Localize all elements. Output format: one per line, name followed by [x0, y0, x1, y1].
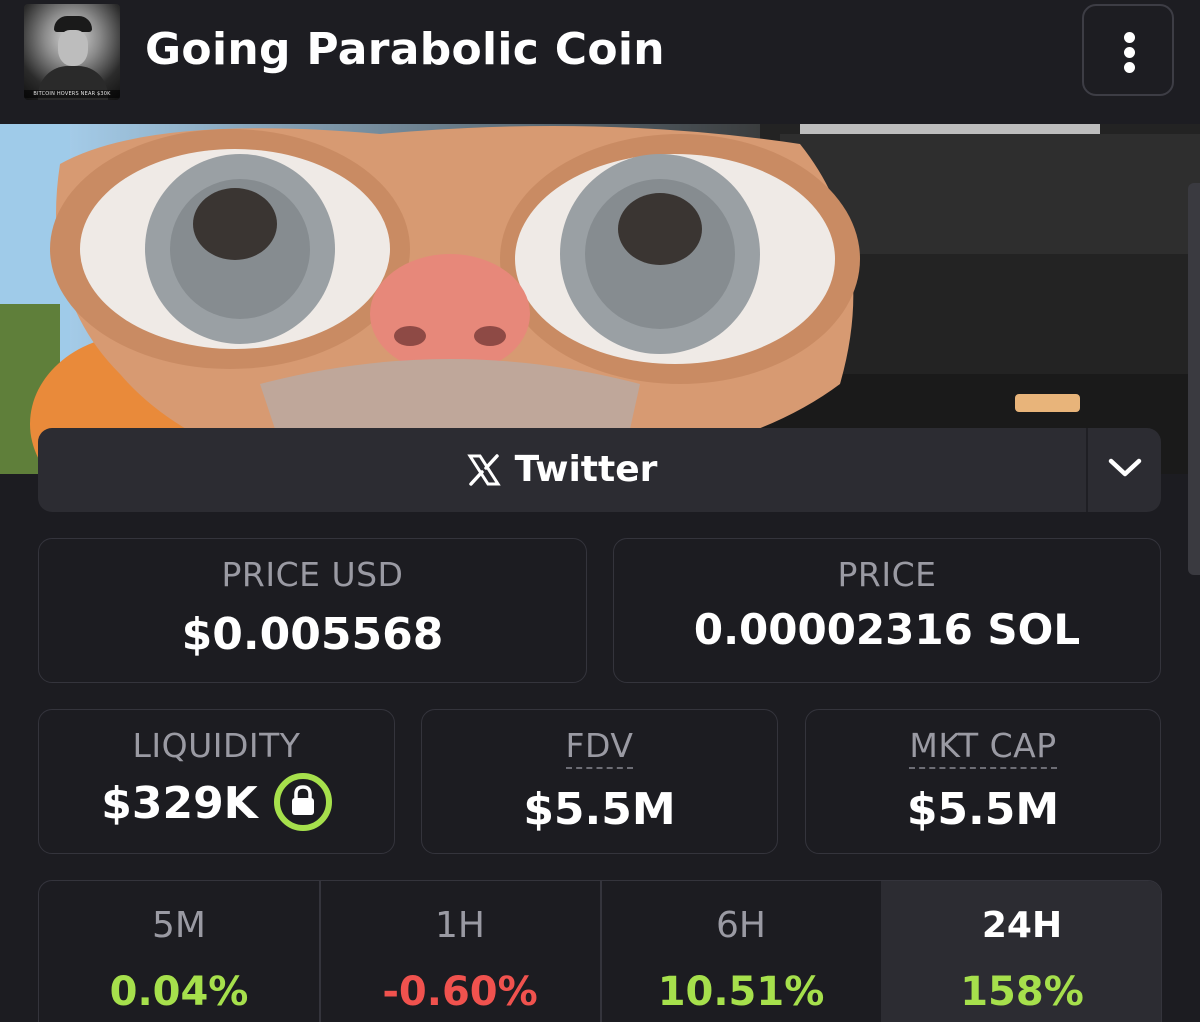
token-avatar[interactable]: BITCOIN HOVERS NEAR $30K: [24, 4, 120, 100]
banner-illustration: [0, 124, 1200, 474]
price-change-tabs: 5M 0.04% 1H -0.60% 6H 10.51% 24H 158%: [38, 880, 1162, 1022]
tab-5m[interactable]: 5M 0.04%: [39, 881, 319, 1022]
tab-5m-label: 5M: [152, 905, 206, 946]
token-header: BITCOIN HOVERS NEAR $30K Going Parabolic…: [0, 0, 1200, 124]
market-cap-value: $5.5M: [906, 784, 1060, 835]
liquidity-value: $329K: [101, 778, 258, 829]
tab-5m-change: 0.04%: [109, 969, 249, 1015]
tab-6h[interactable]: 6H 10.51%: [601, 881, 881, 1022]
avatar-caption: BITCOIN HOVERS NEAR $30K: [24, 90, 120, 98]
token-banner-image: [0, 124, 1200, 474]
tab-6h-change: 10.51%: [657, 969, 825, 1015]
price-native-value: 0.00002316 SOL: [693, 605, 1081, 654]
lock-icon[interactable]: [273, 773, 332, 831]
avatar-face: [58, 30, 88, 66]
fdv-label-row: FDV: [422, 726, 777, 769]
price-native-card: PRICE 0.00002316 SOL: [613, 538, 1161, 683]
liquidity-value-row: $329K: [39, 773, 394, 831]
twitter-link-button[interactable]: Twitter: [38, 428, 1086, 512]
tab-24h[interactable]: 24H 158%: [881, 881, 1161, 1022]
page-scrollbar[interactable]: [1188, 183, 1200, 575]
more-options-button[interactable]: [1082, 4, 1174, 96]
price-usd-value: $0.005568: [181, 609, 444, 660]
market-cap-label: MKT CAP: [909, 726, 1057, 769]
fdv-card[interactable]: FDV $5.5M: [421, 709, 778, 854]
price-native-label: PRICE: [837, 555, 937, 594]
chevron-down-icon: [1108, 458, 1142, 482]
fdv-value: $5.5M: [523, 784, 676, 835]
social-dropdown-button[interactable]: [1088, 428, 1161, 512]
market-cap-label-row: MKT CAP: [806, 726, 1160, 769]
twitter-label: Twitter: [514, 449, 658, 490]
price-usd-card: PRICE USD $0.005568: [38, 538, 587, 683]
tab-1h[interactable]: 1H -0.60%: [320, 881, 600, 1022]
x-logo-icon: [466, 453, 501, 487]
token-title: Going Parabolic Coin: [145, 24, 665, 75]
liquidity-label: LIQUIDITY: [132, 726, 301, 765]
market-cap-card[interactable]: MKT CAP $5.5M: [805, 709, 1161, 854]
price-usd-label: PRICE USD: [221, 555, 404, 594]
tab-1h-label: 1H: [435, 905, 485, 946]
fdv-label: FDV: [565, 726, 634, 769]
social-links-bar: Twitter: [38, 428, 1161, 512]
tab-1h-change: -0.60%: [382, 969, 538, 1015]
liquidity-card: LIQUIDITY $329K: [38, 709, 395, 854]
tab-6h-label: 6H: [716, 905, 766, 946]
tab-24h-change: 158%: [960, 969, 1084, 1015]
tab-24h-label: 24H: [981, 905, 1063, 946]
